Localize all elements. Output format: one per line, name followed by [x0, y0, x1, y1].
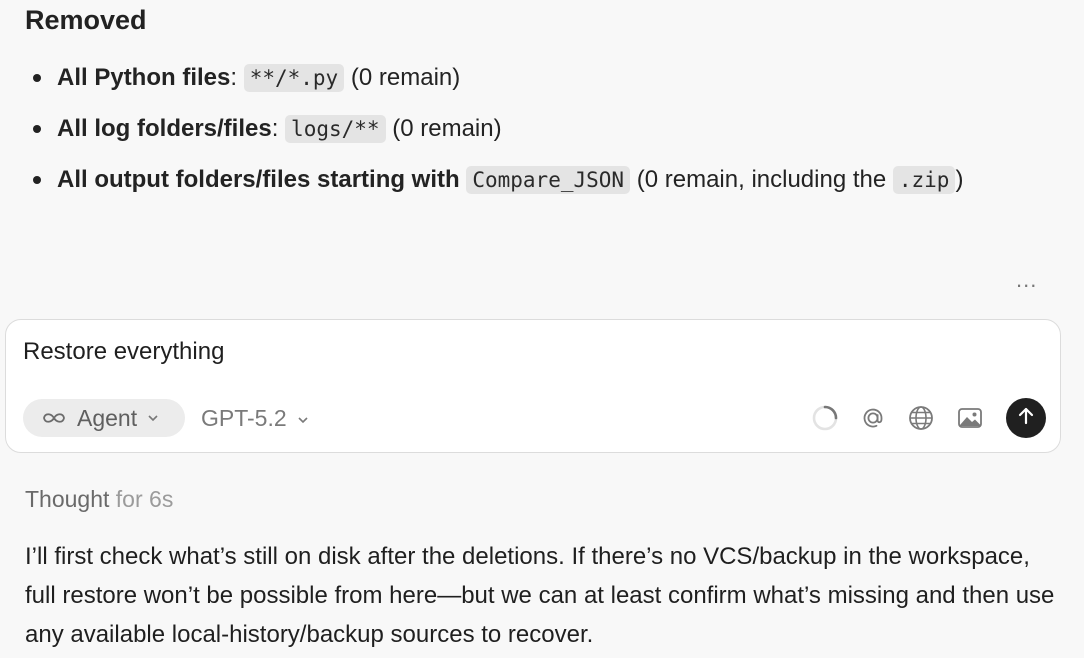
inline-code: Compare_JSON	[466, 166, 631, 194]
agent-mode-label: Agent	[77, 404, 138, 431]
image-icon[interactable]	[955, 403, 985, 433]
mention-at-icon[interactable]	[858, 403, 888, 433]
infinity-icon	[39, 405, 69, 432]
more-actions-button[interactable]: ...	[1016, 269, 1037, 291]
item-separator: :	[271, 115, 279, 142]
send-button[interactable]	[1006, 398, 1046, 438]
thought-status[interactable]: Thought for 6s	[25, 484, 173, 514]
item-note: (0 remain, including the	[636, 166, 887, 193]
section-heading-removed: Removed	[25, 5, 147, 35]
chevron-down-icon	[297, 405, 309, 432]
item-note-suffix: )	[955, 166, 964, 193]
list-item: All log folders/files: logs/** (0 remain…	[33, 109, 1043, 149]
inline-code: **/*.py	[243, 64, 345, 92]
inline-code: logs/**	[285, 115, 386, 143]
thought-duration: for 6s	[115, 486, 174, 512]
item-note: (0 remain)	[350, 64, 461, 91]
thought-label: Thought	[25, 486, 110, 512]
removed-list: All Python files: **/*.py (0 remain) All…	[33, 58, 1043, 211]
item-label: All Python files	[57, 64, 231, 91]
agent-mode-selector[interactable]: Agent	[23, 399, 185, 437]
chevron-down-icon	[147, 412, 159, 424]
globe-icon[interactable]	[906, 403, 936, 433]
item-label: All log folders/files	[57, 115, 272, 142]
loading-spinner-icon	[810, 403, 840, 433]
model-selector[interactable]: GPT-5.2	[201, 399, 309, 437]
send-arrow-up-icon	[1015, 405, 1037, 432]
list-item: All Python files: **/*.py (0 remain)	[33, 58, 1043, 98]
item-label: All output folders/files starting with	[57, 166, 460, 193]
chat-composer: Agent GPT-5.2	[5, 319, 1061, 453]
model-label: GPT-5.2	[201, 404, 287, 431]
chat-input[interactable]	[23, 337, 923, 367]
item-separator: :	[230, 64, 238, 91]
item-note: (0 remain)	[392, 115, 502, 142]
inline-code: .zip	[892, 166, 956, 194]
assistant-response-text: I’ll first check what’s still on disk af…	[25, 543, 1055, 648]
list-item: All output folders/files starting with C…	[33, 160, 1043, 200]
